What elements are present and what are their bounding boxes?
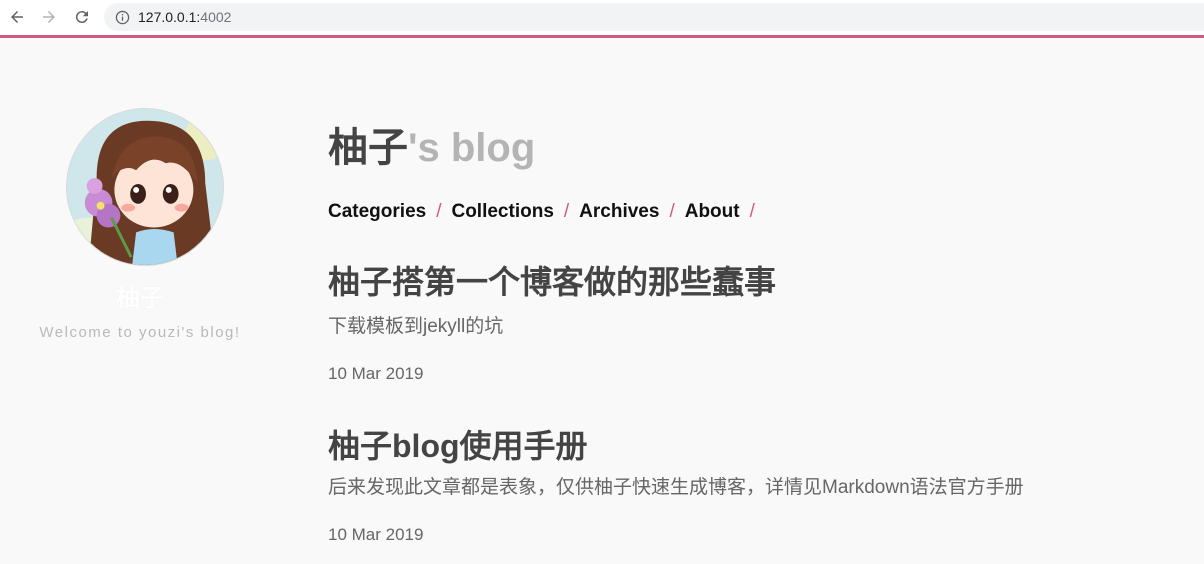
back-arrow-icon[interactable] — [5, 5, 29, 29]
nav-categories[interactable]: Categories — [328, 201, 426, 223]
post-title[interactable]: 柚子blog使用手册 — [328, 421, 588, 467]
tagline: Welcome to youzi's blog! — [39, 324, 241, 341]
main-nav: Categories / Collections / Archives / Ab… — [328, 201, 765, 223]
sidebar: 柚子 Welcome to youzi's blog! — [0, 38, 280, 564]
nav-separator: / — [563, 201, 570, 222]
post-title[interactable]: 柚子搭第一个博客做的那些蠢事 — [328, 257, 776, 303]
url-port: 4002 — [200, 9, 232, 25]
author-name: 柚子 — [116, 285, 164, 312]
post-date: 10 Mar 2019 — [328, 364, 424, 383]
info-icon[interactable] — [114, 9, 130, 25]
post-date: 10 Mar 2019 — [328, 525, 424, 544]
post-description: 下载模板到jekyll的坑 — [328, 316, 504, 337]
url-host: 127.0.0.1: — [138, 9, 201, 25]
avatar[interactable] — [66, 108, 224, 266]
post-description: 后来发现此文章都是表象，仅供柚子快速生成博客，详情见Markdown语法官方手册 — [328, 477, 1024, 498]
nav-about[interactable]: About — [685, 201, 740, 223]
nav-separator: / — [669, 201, 675, 222]
nav-separator: / — [749, 201, 755, 222]
reload-icon[interactable] — [70, 5, 94, 29]
address-bar[interactable]: 127.0.0.1:4002 — [104, 3, 1204, 31]
avatar-illustration-icon — [67, 109, 223, 265]
main-content: 柚子's blog Categories / Collections / Arc… — [328, 38, 1188, 564]
nav-collections[interactable]: Collections — [451, 201, 553, 223]
site-title[interactable]: 柚子's blog — [328, 115, 535, 173]
browser-toolbar: 127.0.0.1:4002 — [0, 0, 1204, 35]
site-title-main: 柚子 — [328, 126, 408, 170]
url-text: 127.0.0.1:4002 — [138, 9, 231, 25]
nav-archives[interactable]: Archives — [579, 201, 659, 223]
site-title-suffix: 's blog — [408, 126, 536, 170]
forward-arrow-icon[interactable] — [37, 5, 61, 29]
nav-separator: / — [436, 201, 442, 222]
